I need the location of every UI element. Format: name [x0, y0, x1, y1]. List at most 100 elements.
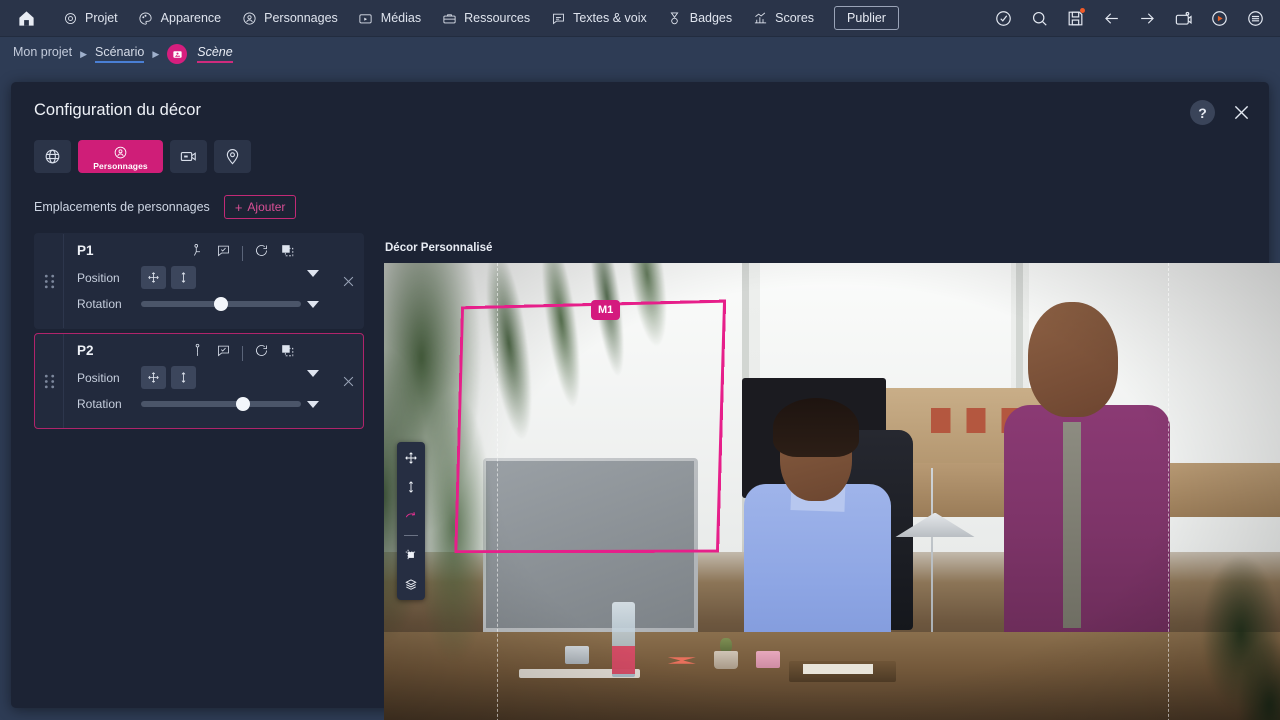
- rotation-slider-p2[interactable]: [141, 397, 301, 411]
- media-icon: [358, 10, 374, 26]
- save-icon[interactable]: [1064, 7, 1086, 29]
- gear-icon: [62, 10, 78, 26]
- menu-icon[interactable]: [1244, 7, 1266, 29]
- play-icon[interactable]: [1208, 7, 1230, 29]
- slot-body: P1 Position Rotation: [63, 234, 333, 328]
- slot-card-p1[interactable]: P1 Position Rotation: [34, 233, 364, 329]
- chevron-down-icon[interactable]: [307, 401, 319, 408]
- speech-bubble-icon[interactable]: [216, 343, 231, 363]
- move-xy-icon[interactable]: [141, 266, 166, 289]
- add-slot-button[interactable]: + Ajouter: [223, 195, 297, 219]
- duplicate-icon[interactable]: [280, 243, 295, 263]
- camera-icon[interactable]: [1172, 7, 1194, 29]
- breadcrumb-item-mon-projet[interactable]: Mon projet: [13, 45, 72, 63]
- standing-pose-icon[interactable]: [190, 343, 205, 363]
- slots-label: Emplacements de personnages: [34, 200, 210, 214]
- drag-handle-icon[interactable]: [35, 234, 63, 328]
- globe-icon: [45, 149, 60, 164]
- top-navigation-bar: Projet Apparence Personnages Médias Ress: [0, 0, 1280, 37]
- menu-label: Ressources: [464, 11, 531, 25]
- duplicate-icon[interactable]: [280, 343, 295, 363]
- rotation-slider-p1[interactable]: [141, 297, 301, 311]
- chart-icon: [752, 10, 768, 26]
- palette-icon: [138, 10, 154, 26]
- search-icon[interactable]: [1028, 7, 1050, 29]
- rotate-icon[interactable]: [254, 243, 269, 263]
- publish-button[interactable]: Publier: [834, 6, 899, 30]
- breadcrumb-item-scenario[interactable]: Scénario: [94, 45, 145, 63]
- move-xy-icon[interactable]: [141, 366, 166, 389]
- position-label: Position: [77, 370, 120, 385]
- chevron-down-icon[interactable]: [307, 370, 319, 377]
- rotate-icon[interactable]: [254, 343, 269, 363]
- marker-label-m1[interactable]: M1: [591, 300, 621, 320]
- slider-thumb[interactable]: [236, 397, 251, 411]
- menu-item-ressources[interactable]: Ressources: [431, 0, 540, 37]
- rotation-row: Rotation: [77, 297, 333, 311]
- breadcrumb-separator: ▶: [80, 48, 87, 59]
- check-circle-icon[interactable]: [992, 7, 1014, 29]
- menu-item-projet[interactable]: Projet: [52, 0, 128, 37]
- tab-decor-media[interactable]: [170, 140, 207, 173]
- decor-tabs: Personnages: [34, 140, 364, 173]
- menu-label: Badges: [689, 11, 733, 25]
- toolbar-divider: [404, 535, 418, 536]
- menu-item-badges[interactable]: Badges: [657, 0, 742, 37]
- slot-body: P2 Position Rotation: [63, 334, 333, 428]
- move-vertical-icon[interactable]: [171, 366, 196, 389]
- breadcrumb: Mon projet ▶ Scénario ▶ Scène: [0, 37, 1280, 71]
- rotate-arrow-icon[interactable]: [401, 506, 421, 526]
- tab-decor-personnages[interactable]: Personnages: [78, 140, 163, 173]
- remove-slot-p1-button[interactable]: [333, 234, 363, 328]
- save-notification-dot: [1080, 8, 1085, 13]
- arrow-right-icon[interactable]: [1136, 7, 1158, 29]
- breadcrumb-item-scene[interactable]: Scène: [197, 45, 234, 63]
- icon-separator: [242, 245, 243, 261]
- arrow-left-icon[interactable]: [1100, 7, 1122, 29]
- move-vertical-icon[interactable]: [401, 477, 421, 497]
- menu-item-apparence[interactable]: Apparence: [128, 0, 231, 37]
- sitting-pose-icon[interactable]: [190, 243, 205, 263]
- menu-item-medias[interactable]: Médias: [348, 0, 431, 37]
- modal-title: Configuration du décor: [34, 101, 201, 119]
- speech-bubble-icon: [550, 10, 566, 26]
- menu-label: Textes & voix: [573, 11, 647, 25]
- remove-slot-p2-button[interactable]: [333, 334, 363, 428]
- safe-area-guide-right: [1168, 263, 1169, 720]
- chevron-down-icon[interactable]: [307, 270, 319, 277]
- modal-actions: ?: [1190, 100, 1253, 125]
- crop-icon[interactable]: [401, 545, 421, 565]
- move-xy-icon[interactable]: [401, 448, 421, 468]
- stage-label: Décor Personnalisé: [385, 242, 493, 254]
- help-icon[interactable]: ?: [1190, 100, 1215, 125]
- rotation-label: Rotation: [77, 297, 122, 311]
- drag-handle-icon[interactable]: [35, 334, 63, 428]
- video-icon: [180, 151, 196, 162]
- menu-item-personnages[interactable]: Personnages: [231, 0, 348, 37]
- add-slot-label: Ajouter: [247, 200, 286, 214]
- position-row: Position: [77, 266, 333, 289]
- menu-item-scores[interactable]: Scores: [742, 0, 824, 37]
- briefcase-icon: [441, 10, 457, 26]
- location-pin-icon: [226, 149, 239, 165]
- layers-icon[interactable]: [401, 574, 421, 594]
- marker-selection-rectangle[interactable]: [454, 299, 727, 554]
- tab-label: Personnages: [93, 160, 148, 171]
- menu-item-textes-voix[interactable]: Textes & voix: [540, 0, 657, 37]
- decor-preview-stage[interactable]: 4:3 4:3 M1: [384, 263, 1280, 720]
- home-icon[interactable]: [0, 0, 52, 37]
- badge-icon: [667, 10, 683, 26]
- rotation-row: Rotation: [77, 397, 333, 411]
- move-vertical-icon[interactable]: [171, 266, 196, 289]
- slider-thumb[interactable]: [214, 297, 228, 311]
- menu-label: Projet: [85, 11, 118, 25]
- chevron-down-icon[interactable]: [307, 301, 319, 308]
- stage-floating-toolbar: [397, 442, 425, 600]
- position-row: Position: [77, 366, 333, 389]
- tab-decor-markers[interactable]: [214, 140, 251, 173]
- tab-decor-global[interactable]: [34, 140, 71, 173]
- speech-bubble-icon[interactable]: [216, 243, 231, 263]
- close-icon[interactable]: [1229, 101, 1253, 125]
- menu-label: Médias: [380, 11, 422, 25]
- slot-card-p2[interactable]: P2 Position Rotation: [34, 333, 364, 429]
